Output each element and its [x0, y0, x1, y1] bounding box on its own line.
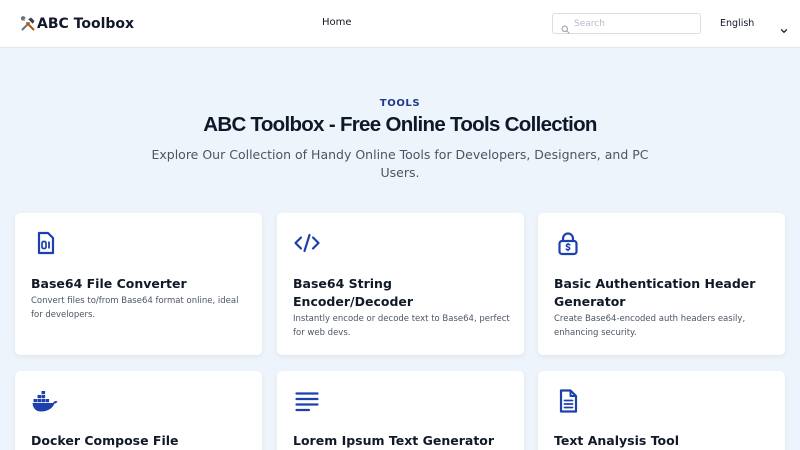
docker-icon: [31, 387, 59, 415]
section-eyebrow: TOOLS: [379, 98, 421, 109]
tool-card-title: Docker Compose File: [31, 433, 179, 448]
lock-icon: [554, 229, 582, 257]
search-input[interactable]: [574, 18, 694, 29]
top-navigation-bar: ABC Toolbox Home English: [0, 0, 800, 48]
brand-name: ABC Toolbox: [37, 16, 135, 32]
search-icon: [561, 19, 570, 34]
tool-card-lorem-ipsum-text-generator[interactable]: Lorem Ipsum Text Generator: [277, 371, 524, 450]
tool-card-description: Convert files to/from Base64 format onli…: [31, 296, 239, 320]
tool-card-docker-compose-file[interactable]: Docker Compose File: [15, 371, 262, 450]
language-select[interactable]: English: [720, 13, 788, 34]
tool-card-title: Base64 String Encoder/Decoder: [293, 276, 414, 309]
brand-logo-link[interactable]: ABC Toolbox: [20, 14, 134, 34]
document-icon: [554, 387, 582, 415]
code-icon: [293, 229, 321, 257]
page-subtitle: Explore Our Collection of Handy Online T…: [151, 147, 649, 180]
text-lines-icon: [293, 387, 321, 415]
tool-card-base64-string-encoder-decoder[interactable]: Base64 String Encoder/Decoder Instantly …: [277, 213, 524, 355]
page-title: ABC Toolbox - Free Online Tools Collecti…: [203, 113, 597, 136]
search-box[interactable]: [552, 13, 701, 34]
tool-card-description: Instantly encode or decode text to Base6…: [293, 314, 510, 338]
chevron-down-icon: [780, 20, 788, 33]
hero-section: TOOLS ABC Toolbox - Free Online Tools Co…: [0, 98, 800, 182]
tool-card-description: Create Base64-encoded auth headers easil…: [554, 314, 746, 338]
language-selected-value: English: [720, 18, 755, 29]
tool-card-title: Basic Authentication Header Generator: [554, 276, 756, 309]
tool-card-title: Lorem Ipsum Text Generator: [293, 433, 495, 448]
tool-card-title: Base64 File Converter: [31, 276, 187, 291]
tool-card-basic-authentication-header-generator[interactable]: Basic Authentication Header Generator Cr…: [538, 213, 785, 355]
tool-card-title: Text Analysis Tool: [554, 433, 680, 448]
tool-card-base64-file-converter[interactable]: Base64 File Converter Convert files to/f…: [15, 213, 262, 355]
tools-icon: [20, 16, 36, 32]
nav-link-home[interactable]: Home: [322, 17, 352, 28]
file-binary-icon: [31, 229, 59, 257]
tool-card-text-analysis-tool[interactable]: Text Analysis Tool: [538, 371, 785, 450]
